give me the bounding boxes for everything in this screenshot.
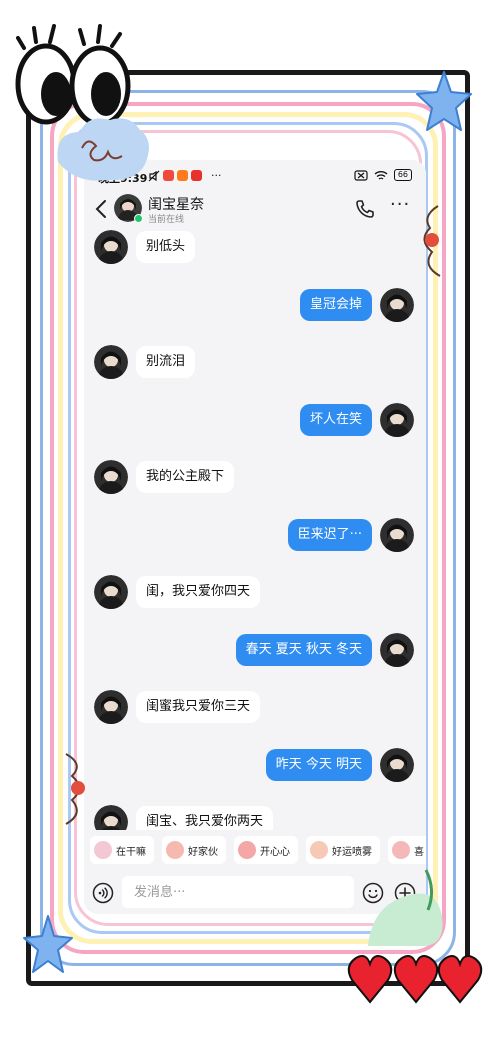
message-bubble[interactable]: 臣来迟了··· [287, 519, 372, 551]
message-bubble[interactable]: 闺蜜我只爱你三天 [136, 691, 261, 723]
quick-reply-chip[interactable]: 好家伙 [162, 836, 226, 864]
chat-header: 闺宝星奈 当前在线 ··· [84, 190, 426, 230]
message-bubble[interactable]: 闺宝、我只爱你两天 [136, 806, 274, 830]
contact-avatar[interactable] [94, 230, 128, 264]
message-bubble[interactable]: 我的公主殿下 [136, 461, 235, 493]
message-input[interactable] [122, 876, 354, 908]
back-button[interactable] [92, 196, 114, 222]
contact-name[interactable]: 闺宝星奈 [148, 194, 204, 214]
more-options-button[interactable]: ··· [390, 194, 414, 218]
message-bubble[interactable]: 皇冠会掉 [299, 289, 372, 321]
sticker-icon [94, 841, 112, 859]
cloud-doodle-sticker [57, 118, 149, 181]
sticker-icon [238, 841, 256, 859]
wifi-icon [374, 170, 388, 180]
received-message: 我的公主殿下 [94, 460, 235, 494]
status-notification-icons: ··· [148, 169, 222, 182]
online-status-dot [134, 214, 143, 223]
message-bubble[interactable]: 坏人在笑 [299, 404, 372, 436]
message-bubble[interactable]: 别低头 [136, 231, 196, 263]
contact-avatar[interactable] [94, 690, 128, 724]
quick-reply-chip[interactable]: 在干嘛 [90, 836, 154, 864]
my-avatar[interactable] [380, 288, 414, 322]
chat-screen: 晚上9:39 ··· 66 闺宝星奈 当前在线 ··· 别低头皇冠会掉别流泪坏人… [84, 160, 426, 914]
status-more: ··· [211, 169, 222, 182]
sent-message: 皇冠会掉 [299, 288, 414, 322]
battery-icon: 66 [393, 169, 412, 181]
message-bubble[interactable]: 闺，我只爱你四天 [136, 576, 261, 608]
message-bubble[interactable]: 春天 夏天 秋天 冬天 [235, 634, 372, 666]
received-message: 别低头 [94, 230, 196, 264]
sticker-icon [310, 841, 328, 859]
voice-icon[interactable] [92, 882, 114, 904]
sent-message: 臣来迟了··· [287, 518, 414, 552]
quick-reply-label: 开心心 [260, 846, 290, 858]
contact-avatar[interactable] [94, 575, 128, 609]
app-notification-icon [191, 170, 202, 181]
contact-avatar[interactable] [94, 345, 128, 379]
sticker-icon [166, 841, 184, 859]
message-bubble[interactable]: 昨天 今天 明天 [265, 749, 372, 781]
contact-avatar[interactable] [94, 460, 128, 494]
status-system-icons: 66 [354, 169, 412, 181]
my-avatar[interactable] [380, 518, 414, 552]
message-list[interactable]: 别低头皇冠会掉别流泪坏人在笑我的公主殿下臣来迟了··· 闺，我只爱你四天春天 夏天… [84, 230, 426, 830]
message-bubble[interactable]: 别流泪 [136, 346, 196, 378]
received-message: 闺蜜我只爱你三天 [94, 690, 261, 724]
app-notification-icon [177, 170, 188, 181]
quick-reply-label: 在干嘛 [116, 846, 146, 858]
sent-message: 昨天 今天 明天 [265, 748, 414, 782]
star-sticker [416, 71, 472, 131]
received-message: 闺，我只爱你四天 [94, 575, 261, 609]
contact-avatar[interactable] [94, 805, 128, 830]
contact-status: 当前在线 [148, 215, 185, 225]
sim-off-icon [354, 169, 368, 181]
quick-reply-label: 好家伙 [188, 846, 218, 858]
sent-message: 春天 夏天 秋天 冬天 [235, 633, 414, 667]
sent-message: 坏人在笑 [299, 403, 414, 437]
my-avatar[interactable] [380, 633, 414, 667]
hearts-sticker [347, 955, 483, 1004]
plant-sticker [368, 869, 443, 946]
star-sticker [23, 915, 73, 973]
app-notification-icon [163, 170, 174, 181]
doodle-sticker [65, 753, 85, 825]
my-avatar[interactable] [380, 403, 414, 437]
chevron-left-icon [95, 200, 106, 218]
my-avatar[interactable] [380, 748, 414, 782]
quick-reply-chip[interactable]: 开心心 [234, 836, 298, 864]
phone-icon[interactable] [354, 198, 376, 220]
received-message: 别流泪 [94, 345, 196, 379]
doodle-sticker [423, 205, 441, 277]
received-message: 闺宝、我只爱你两天 [94, 805, 274, 830]
